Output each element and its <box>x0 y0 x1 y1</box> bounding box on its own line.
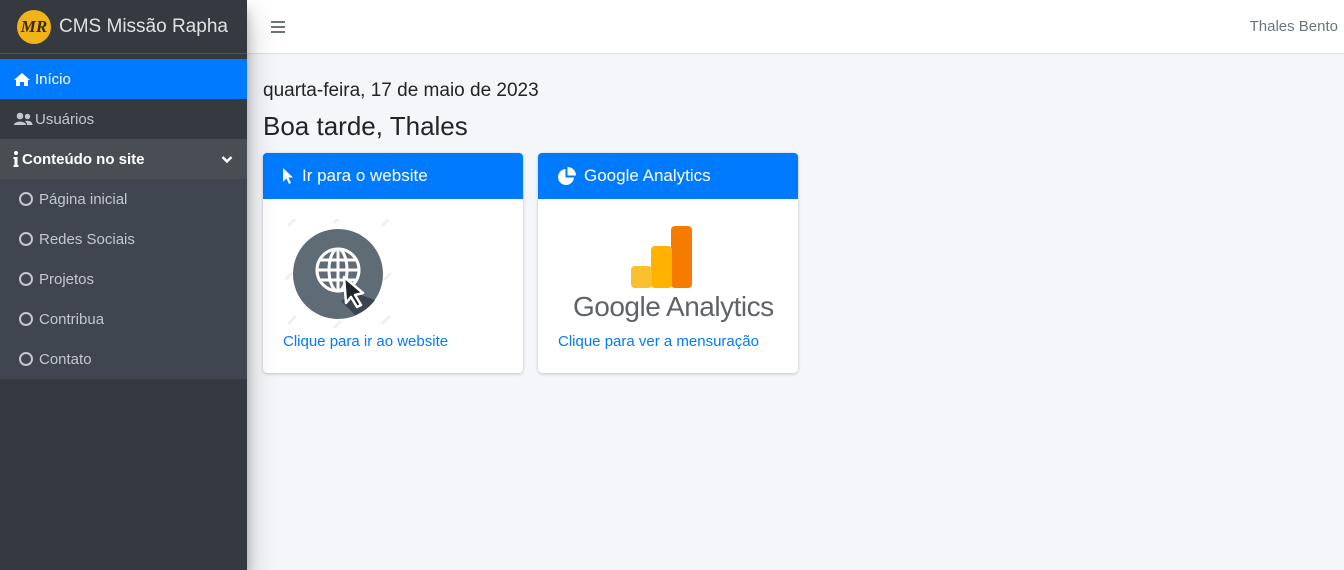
website-link[interactable]: Clique para ir ao website <box>283 333 448 350</box>
greeting: Boa tarde, Thales <box>263 111 468 141</box>
sidebar-item-label: Contato <box>39 350 92 368</box>
users-icon <box>13 112 35 126</box>
user-name[interactable]: Thales Bento <box>1250 18 1338 35</box>
sidebar-item-contribua[interactable]: Contribua <box>0 299 247 339</box>
sidebar-item-label: Conteúdo no site <box>22 150 145 168</box>
website-card: Ir para o website Clique para ir ao webs… <box>263 153 523 373</box>
circle-icon <box>19 352 39 366</box>
analytics-card: Google Analytics Google Analytics Clique… <box>538 153 798 373</box>
main-content: quarta-feira, 17 de maio de 2023 Boa tar… <box>263 80 798 373</box>
sidebar-item-label: Redes Sociais <box>39 230 135 248</box>
google-analytics-wordmark: Google Analytics <box>573 291 774 322</box>
sidebar-item-label: Projetos <box>39 270 95 288</box>
card-header: Google Analytics <box>538 153 798 199</box>
sidebar-item-label: Página inicial <box>39 190 128 208</box>
card-title: Ir para o website <box>302 166 428 185</box>
analytics-link[interactable]: Clique para ver a mensuração <box>558 333 759 350</box>
globe-cursor-icon[interactable] <box>283 219 393 329</box>
top-navbar: Thales Bento <box>247 0 1344 54</box>
sidebar-item-label: Contribua <box>39 310 105 328</box>
circle-icon <box>19 272 39 286</box>
sidebar-item-conteudo[interactable]: Conteúdo no site <box>0 139 247 179</box>
brand-link[interactable]: MR CMS Missão Rapha <box>0 0 247 54</box>
brand-title: CMS Missão Rapha <box>59 15 228 37</box>
circle-icon <box>19 192 39 206</box>
sidebar-item-label: Usuários <box>35 110 95 128</box>
sidebar-item-inicio[interactable]: Início <box>0 59 247 99</box>
menu-toggle-icon[interactable] <box>271 20 285 33</box>
circle-icon <box>19 232 39 246</box>
card-header: Ir para o website <box>263 153 523 199</box>
card-title: Google Analytics <box>584 166 711 185</box>
sidebar-nav: Início Usuários Conteúdo no site Página … <box>0 54 247 379</box>
info-icon <box>13 151 22 167</box>
cards-row: Ir para o website Clique para ir ao webs… <box>263 153 798 373</box>
pie-chart-icon <box>557 166 576 186</box>
sidebar-item-contato[interactable]: Contato <box>0 339 247 379</box>
brand-logo: MR <box>17 9 51 44</box>
sidebar-item-projetos[interactable]: Projetos <box>0 259 247 299</box>
chevron-down-icon <box>221 152 233 169</box>
circle-icon <box>19 312 39 326</box>
sidebar-item-redes-sociais[interactable]: Redes Sociais <box>0 219 247 259</box>
home-icon <box>13 72 35 87</box>
sidebar-item-usuarios[interactable]: Usuários <box>0 99 247 139</box>
card-body: Clique para ir ao website <box>263 199 523 373</box>
cursor-icon <box>282 167 294 185</box>
sidebar: MR CMS Missão Rapha Início Usuários Cont… <box>0 0 247 570</box>
sidebar-item-pagina-inicial[interactable]: Página inicial <box>0 179 247 219</box>
current-date: quarta-feira, 17 de maio de 2023 <box>263 80 539 101</box>
sidebar-submenu: Página inicial Redes Sociais Projetos Co… <box>0 179 247 379</box>
sidebar-item-label: Início <box>35 70 71 88</box>
card-body: Google Analytics Clique para ver a mensu… <box>538 199 798 373</box>
google-analytics-logo[interactable] <box>631 226 693 288</box>
